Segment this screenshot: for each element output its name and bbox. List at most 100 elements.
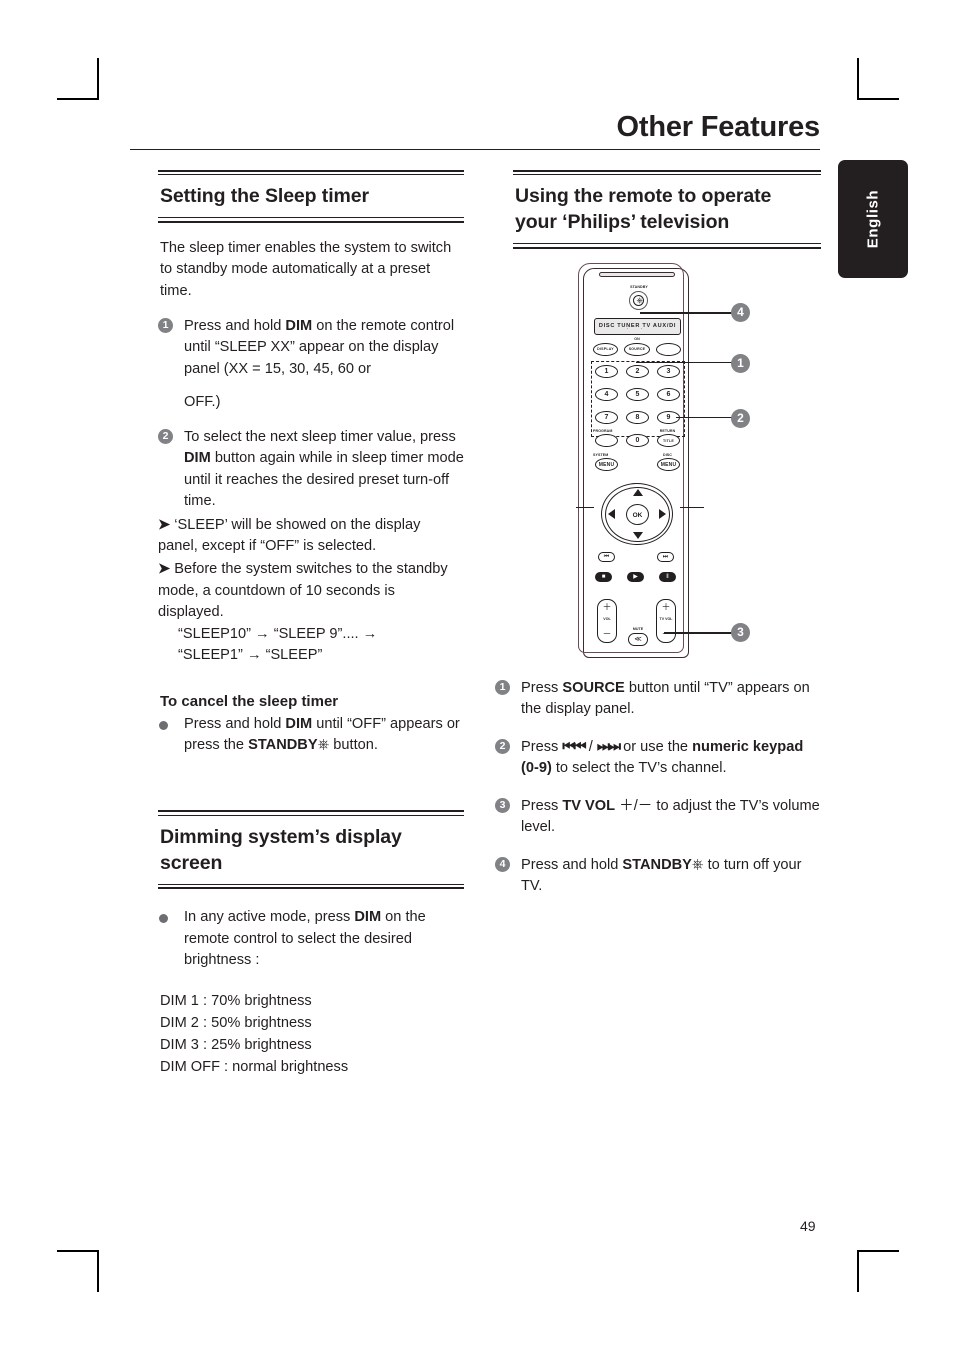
- nav-right-icon[interactable]: [659, 509, 666, 519]
- remote-source-button[interactable]: SOURCE: [624, 343, 650, 356]
- prev-track-icon: ⏮⏮: [562, 738, 586, 755]
- remote-mute-label: MUTE: [632, 627, 644, 631]
- remote-standby-label: STANDBY: [630, 285, 648, 289]
- remote-system-menu-button[interactable]: MENU: [595, 458, 618, 471]
- remote-system-label: SYSTEM: [593, 453, 609, 457]
- remote-stop-button[interactable]: ■: [595, 572, 612, 582]
- step-number: 2: [495, 738, 510, 754]
- remote-navigation-ring[interactable]: OK: [601, 483, 673, 545]
- remote-key-2[interactable]: 2: [626, 365, 649, 378]
- remote-disc-menu-button[interactable]: MENU: [657, 458, 680, 471]
- remote-unlabeled-button[interactable]: [656, 343, 681, 356]
- section-heading-line-2: your ‘Philips’ television: [515, 211, 730, 234]
- list-item: 1 Press SOURCE button until “TV” appears…: [495, 678, 825, 721]
- remote-key-1[interactable]: 1: [595, 365, 618, 378]
- remote-key-4[interactable]: 4: [595, 388, 618, 401]
- section-heading-line-1: Using the remote to operate: [515, 185, 772, 208]
- section-heading-dimming: Dimming system’s display screen: [160, 825, 402, 874]
- remote-control-illustration: STANDBY ⎈ DISC TUNER TV AUX/DI · · ON DI…: [576, 262, 816, 662]
- key-label: 0: [635, 437, 640, 444]
- tv-volume-plus-icon[interactable]: ＋: [657, 603, 675, 612]
- section-dimming: Dimming system’s display screen: [158, 810, 464, 890]
- language-tab: English: [838, 160, 908, 278]
- cancel-text-dim: DIM: [285, 715, 313, 732]
- step-text-a: Press and hold: [184, 318, 286, 335]
- remote-display-button[interactable]: DISPLAY: [593, 343, 618, 356]
- remote-key-5[interactable]: 5: [626, 388, 649, 401]
- step-number: 3: [495, 797, 510, 813]
- remote-title-button[interactable]: TITLE: [657, 434, 680, 447]
- tv-remote-steps: 1 Press SOURCE button until “TV” appears…: [495, 678, 825, 911]
- step-number: 1: [158, 318, 173, 334]
- list-item: DIM 1 : 70% brightness: [160, 993, 312, 1010]
- remote-volume-rocker[interactable]: ＋ VOL －: [597, 599, 617, 643]
- remote-next-button[interactable]: ⏭: [657, 552, 674, 562]
- nav-left-icon[interactable]: [608, 509, 615, 519]
- remote-key-8[interactable]: 8: [626, 411, 649, 424]
- remote-program-label: PROGRAM: [593, 429, 613, 433]
- step-text-line2: OFF.): [184, 394, 221, 411]
- section-rule-bottom: [158, 883, 464, 890]
- step-text-bold: DIM: [184, 450, 211, 467]
- callout-2: 2: [731, 409, 750, 428]
- list-item: 2 Press ⏮⏮ / ⏭⏭ or use the numeric keypa…: [495, 737, 825, 780]
- remote-on-label: ON: [634, 337, 640, 341]
- remote-source-indicator-bar: DISC TUNER TV AUX/DI · ·: [594, 318, 681, 335]
- cancel-sleep-timer-heading: To cancel the sleep timer: [160, 692, 339, 710]
- step-note-2-text: Before the system switches to the standb…: [158, 561, 448, 621]
- dim-levels-list: DIM 1 : 70% brightness DIM 2 : 50% brigh…: [160, 991, 464, 1079]
- remote-pause-button[interactable]: ‖: [659, 572, 676, 582]
- cancel-sleep-timer-bullet: Press and hold DIM until “OFF” appears o…: [158, 714, 464, 757]
- step-text-g: to select the TV’s channel.: [551, 760, 727, 777]
- sleep-sequence-line-1: “SLEEP10” → “SLEEP 9”.... →: [178, 625, 378, 642]
- volume-plus-icon[interactable]: ＋: [598, 603, 616, 612]
- step-text-a: Press: [521, 738, 563, 755]
- list-item: 2 To select the next sleep timer value, …: [158, 427, 464, 667]
- step-text-a: To select the next sleep timer value, pr…: [184, 428, 456, 445]
- step-text-tvvol: TV VOL: [562, 797, 616, 814]
- sleep-timer-intro: The sleep timer enables the system to sw…: [160, 239, 452, 299]
- list-item: DIM 3 : 25% brightness: [160, 1037, 312, 1054]
- section-heading-sleep-timer: Setting the Sleep timer: [160, 185, 369, 208]
- leader-line-4: [640, 312, 734, 314]
- step-text-bold: DIM: [285, 318, 313, 335]
- arrow-icon: ➤: [158, 516, 171, 533]
- step-number: 2: [158, 428, 173, 444]
- list-item: DIM 2 : 50% brightness: [160, 1015, 312, 1032]
- sleep-sequence-line-2: “SLEEP1” → “SLEEP”: [178, 647, 323, 664]
- volume-minus-icon[interactable]: －: [598, 630, 616, 639]
- cancel-text-a: Press and hold: [184, 715, 286, 732]
- remote-key-6[interactable]: 6: [657, 388, 680, 401]
- leader-line-2: [676, 417, 734, 418]
- cancel-text-e: button.: [329, 737, 378, 754]
- remote-previous-button[interactable]: ⏮: [598, 552, 615, 562]
- section-sleep-timer: Setting the Sleep timer: [158, 170, 464, 223]
- plus-minus-icon: ＋/－: [615, 797, 657, 814]
- remote-key-3[interactable]: 3: [657, 365, 680, 378]
- remote-key-0[interactable]: 0: [626, 434, 649, 447]
- remote-key-7[interactable]: 7: [595, 411, 618, 424]
- step-number: 4: [495, 856, 510, 872]
- remote-disc-menu-label: MENU: [660, 462, 677, 468]
- header-divider: [130, 149, 820, 151]
- remote-title-label: TITLE: [663, 439, 674, 443]
- step-number: 1: [495, 680, 510, 695]
- key-label: 4: [604, 391, 609, 398]
- key-label: 1: [604, 368, 609, 375]
- tv-volume-label: TV VOL: [659, 617, 673, 621]
- page-title: Other Features: [616, 111, 821, 143]
- step-text-a: Press and hold: [521, 856, 623, 873]
- key-label: 3: [666, 368, 671, 375]
- remote-ok-button[interactable]: OK: [626, 504, 649, 525]
- remote-play-button[interactable]: ▶: [627, 572, 644, 582]
- remote-tv-volume-rocker[interactable]: ＋ TV VOL －: [656, 599, 676, 643]
- remote-mute-button[interactable]: ≪: [628, 633, 648, 646]
- left-column: Setting the Sleep timer The sleep timer …: [158, 170, 464, 1079]
- nav-down-icon[interactable]: [633, 532, 643, 539]
- volume-label: VOL: [603, 617, 611, 621]
- step-text-e: or use the: [619, 738, 693, 755]
- leader-line-1: [636, 362, 734, 363]
- remote-standby-button[interactable]: ⎈: [629, 291, 648, 310]
- nav-up-icon[interactable]: [633, 489, 643, 496]
- remote-program-button[interactable]: [595, 434, 618, 447]
